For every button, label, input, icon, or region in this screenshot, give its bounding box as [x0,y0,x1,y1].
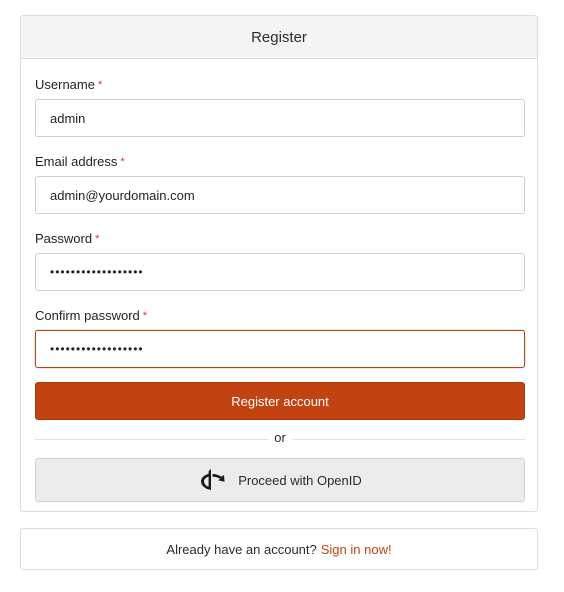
email-label: Email address * [35,154,523,170]
signin-card: Already have an account? Sign in now! [20,528,538,570]
sign-in-link[interactable]: Sign in now! [321,542,392,557]
divider-text: or [268,430,292,446]
email-input[interactable] [35,176,525,214]
username-label: Username * [35,77,523,93]
password-label: Password * [35,231,523,247]
register-account-button[interactable]: Register account [35,382,525,420]
confirm-password-label-text: Confirm password [35,308,140,323]
signin-prompt: Already have an account? [166,541,317,557]
confirm-password-label: Confirm password * [35,308,523,324]
password-input[interactable] [35,253,525,291]
username-label-text: Username [35,77,95,92]
required-marker: * [95,233,100,245]
required-marker: * [97,79,103,91]
openid-label: Proceed with OpenID [238,472,362,488]
register-form: Username* Email address* Password* Confi… [21,77,537,502]
required-marker: * [120,156,125,168]
required-marker: * [142,310,148,322]
username-input[interactable] [35,99,525,137]
email-label-text: Email address [35,154,118,169]
confirm-password-input[interactable] [35,330,525,368]
password-label-text: Password [35,231,93,246]
register-account-label: Register account [231,393,329,409]
openid-button[interactable]: Proceed with OpenID [35,458,525,502]
openid-icon [198,466,228,494]
register-card: Register Username* Email address* Passwo… [20,15,538,512]
card-header: Register [21,16,537,59]
or-divider: or [35,430,525,446]
page-title: Register [251,28,307,46]
